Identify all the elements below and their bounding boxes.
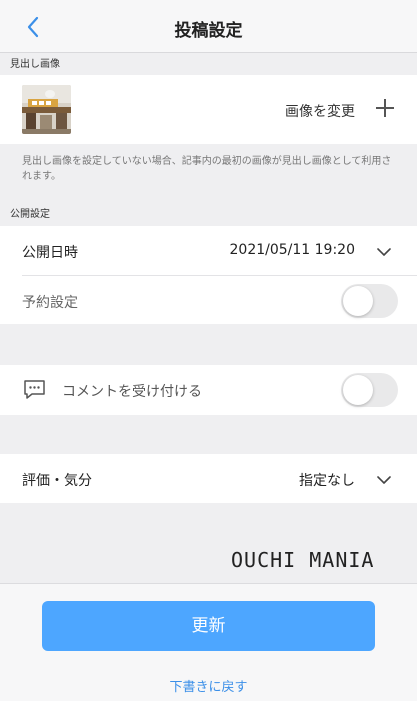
thumbnail-image	[22, 85, 71, 134]
rating-value: 指定なし	[299, 473, 355, 489]
toggle-knob	[343, 286, 373, 316]
thumbnail-row[interactable]: 画像を変更	[0, 75, 417, 144]
footer-bar: 更新 下書きに戻す	[0, 583, 417, 701]
publish-datetime-value: 2021/05/11 19:20	[229, 242, 356, 258]
watermark-text: OUCHI MANIA	[231, 548, 375, 572]
publish-settings-group: 公開日時 2021/05/11 19:20 予約設定	[0, 226, 417, 324]
publish-datetime-label: 公開日時	[22, 245, 78, 261]
nav-bar: 投稿設定	[0, 0, 417, 53]
comments-row: コメントを受け付ける	[0, 365, 417, 415]
update-button[interactable]: 更新	[42, 601, 375, 651]
toggle-knob	[343, 375, 373, 405]
row-divider	[22, 275, 417, 276]
page-title: 投稿設定	[174, 21, 243, 41]
schedule-toggle[interactable]	[341, 284, 398, 318]
thumbnail-hint: 見出し画像を設定していない場合、記事内の最初の画像が見出し画像として利用されます…	[22, 156, 392, 182]
change-image-label[interactable]: 画像を変更	[285, 101, 355, 121]
publish-section-label: 公開設定	[10, 209, 50, 220]
comments-label: コメントを受け付ける	[62, 384, 202, 400]
back-to-draft-link[interactable]: 下書きに戻す	[0, 676, 417, 695]
chevron-down-icon	[377, 476, 391, 484]
publish-datetime-row[interactable]: 公開日時 2021/05/11 19:20	[0, 226, 417, 275]
rating-row[interactable]: 評価・気分 指定なし	[0, 454, 417, 503]
chevron-down-icon	[377, 248, 391, 256]
thumbnail-section-label: 見出し画像	[10, 59, 60, 70]
plus-icon[interactable]	[375, 98, 395, 118]
comments-toggle[interactable]	[341, 373, 398, 407]
rating-label: 評価・気分	[22, 473, 92, 489]
comment-icon	[24, 380, 45, 399]
schedule-label: 予約設定	[22, 295, 78, 311]
